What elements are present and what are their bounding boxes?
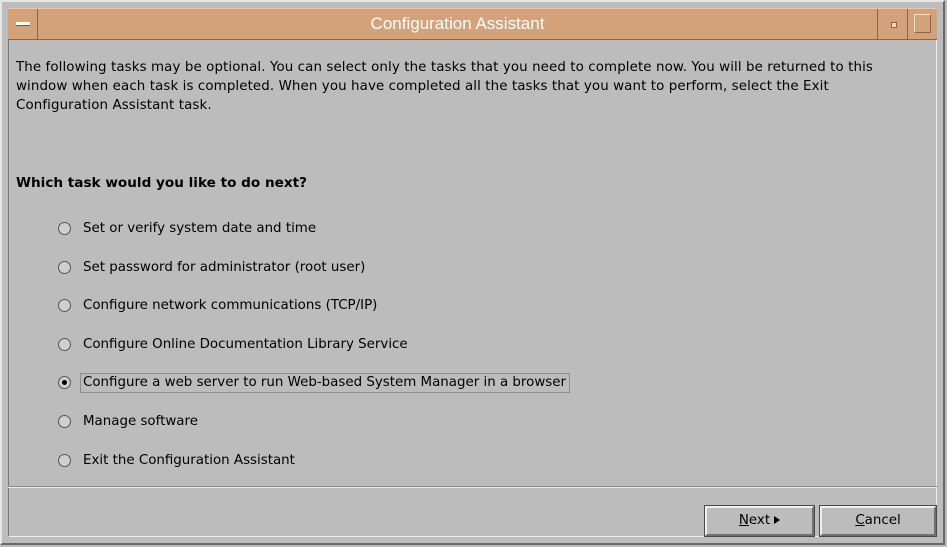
divider-highlight <box>8 487 937 488</box>
radio-button[interactable] <box>58 222 71 235</box>
title-bar[interactable]: Configuration Assistant <box>8 8 937 40</box>
intro-text: The following tasks may be optional. You… <box>16 60 873 113</box>
question-heading: Which task would you like to do next? <box>16 175 308 191</box>
cancel-mnemonic: C <box>855 513 865 528</box>
option-label[interactable]: Set password for administrator (root use… <box>80 258 369 278</box>
minimize-button[interactable] <box>877 9 907 39</box>
radio-button[interactable] <box>58 453 71 467</box>
option-label[interactable]: Configure Online Documentation Library S… <box>80 335 412 355</box>
minimize-icon <box>891 22 897 28</box>
radio-button[interactable] <box>58 414 71 428</box>
cancel-button[interactable]: Cancel <box>819 505 937 537</box>
window-menu-icon <box>16 22 30 26</box>
maximize-button[interactable] <box>907 9 937 39</box>
window-menu-button[interactable] <box>8 9 38 39</box>
option-label[interactable]: Exit the Configuration Assistant <box>80 451 299 471</box>
radio-button[interactable] <box>58 260 71 274</box>
right-arrow-icon <box>774 516 781 524</box>
cancel-label: ancel <box>864 513 901 528</box>
option-label[interactable]: Manage software <box>80 412 202 432</box>
next-mnemonic: N <box>738 513 749 528</box>
maximize-icon <box>914 14 931 33</box>
window-title: Configuration Assistant <box>370 14 545 33</box>
option-label[interactable]: Configure network communications (TCP/IP… <box>80 296 381 316</box>
option-label[interactable]: Set or verify system date and time <box>80 219 320 239</box>
radio-button[interactable] <box>58 337 71 351</box>
next-button[interactable]: Next <box>704 505 815 537</box>
option-label[interactable]: Configure a web server to run Web-based … <box>80 373 570 394</box>
next-label: ext <box>748 513 771 528</box>
